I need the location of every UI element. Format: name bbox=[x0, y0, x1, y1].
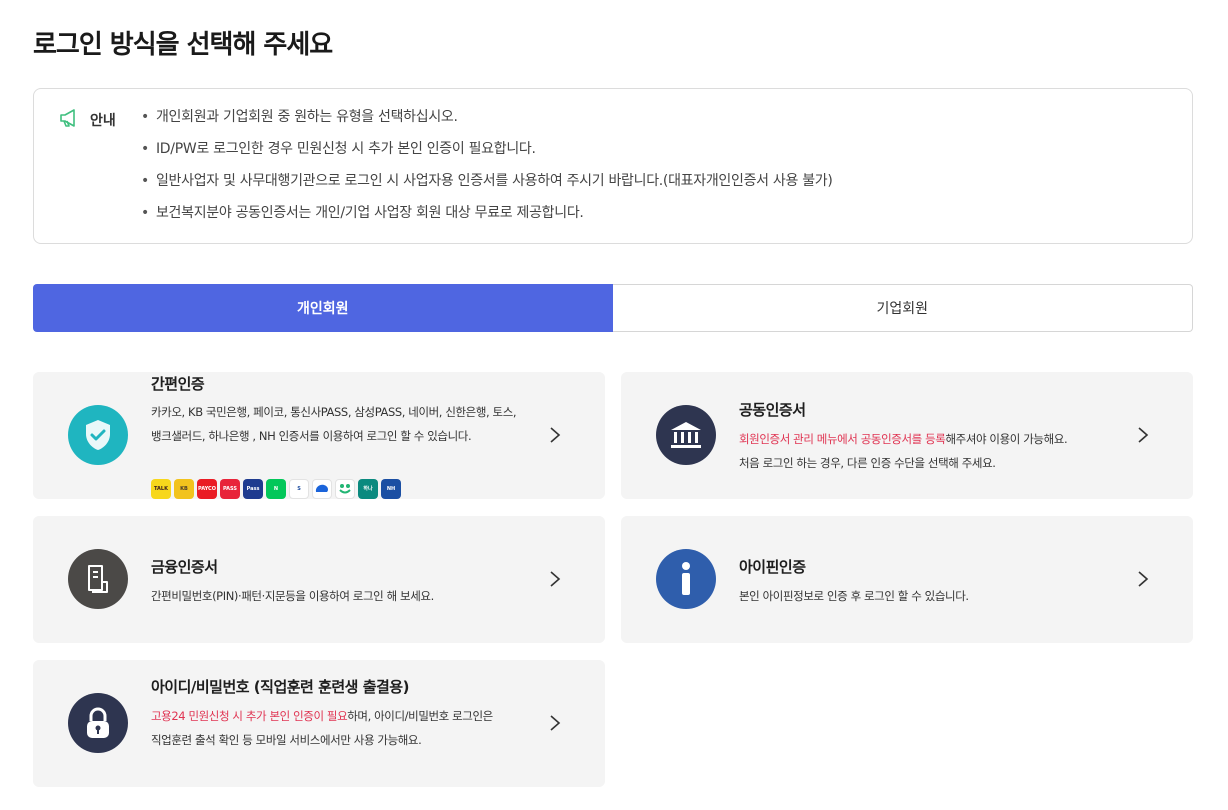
finance-cert-desc: 간편비밀번호(PIN)·패턴·지문등을 이용하여 로그인 해 보세요. bbox=[151, 589, 434, 603]
chevron-right-icon bbox=[550, 571, 561, 587]
nh-icon: NH bbox=[381, 479, 401, 499]
shinhan-icon: S bbox=[289, 479, 309, 499]
finance-cert-card[interactable]: 금융인증서 간편비밀번호(PIN)·패턴·지문등을 이용하여 로그인 해 보세요… bbox=[33, 516, 605, 643]
notice-item: 개인회원과 기업회원 중 원하는 유형을 선택하십시오. bbox=[141, 106, 833, 138]
naver-icon: N bbox=[266, 479, 286, 499]
notice-list: 개인회원과 기업회원 중 원하는 유형을 선택하십시오. ID/PW로 로그인한… bbox=[141, 106, 833, 234]
id-password-desc-line2: 직업훈련 출석 확인 등 모바일 서비스에서만 사용 가능해요. bbox=[151, 733, 422, 747]
brand-icon-row: TALK KB PAYCO PASS Pass N S 하나 NH bbox=[151, 479, 401, 499]
joint-cert-title: 공동인증서 bbox=[739, 401, 806, 419]
hana-icon: 하나 bbox=[358, 479, 378, 499]
simple-auth-desc: 카카오, KB 국민은행, 페이코, 통신사PASS, 삼성PASS, 네이버,… bbox=[151, 405, 517, 443]
simple-auth-title: 간편인증 bbox=[151, 375, 205, 393]
toss-icon bbox=[312, 479, 332, 499]
ipin-desc: 본인 아이핀정보로 인증 후 로그인 할 수 있습니다. bbox=[739, 589, 969, 603]
kakao-icon: TALK bbox=[151, 479, 171, 499]
lock-icon bbox=[68, 693, 128, 753]
chevron-right-icon bbox=[550, 427, 561, 443]
chevron-right-icon bbox=[1138, 571, 1149, 587]
joint-cert-warning: 회원인증서 관리 메뉴에서 공동인증서를 등록 bbox=[739, 432, 946, 446]
simple-auth-card[interactable]: 간편인증 카카오, KB 국민은행, 페이코, 통신사PASS, 삼성PASS,… bbox=[33, 372, 605, 499]
joint-cert-desc-line2: 처음 로그인 하는 경우, 다른 인증 수단을 선택해 주세요. bbox=[739, 456, 996, 470]
kb-icon: KB bbox=[174, 479, 194, 499]
ipin-title: 아이핀인증 bbox=[739, 558, 806, 576]
info-icon bbox=[656, 549, 716, 609]
bank-icon bbox=[656, 405, 716, 465]
chevron-right-icon bbox=[550, 715, 561, 731]
page-title: 로그인 방식을 선택해 주세요 bbox=[33, 30, 333, 60]
joint-cert-card[interactable]: 공동인증서 회원인증서 관리 메뉴에서 공동인증서를 등록해주셔야 이용이 가능… bbox=[621, 372, 1193, 499]
notice-item: ID/PW로 로그인한 경우 민원신청 시 추가 본인 인증이 필요합니다. bbox=[141, 138, 833, 170]
notice-box: 안내 개인회원과 기업회원 중 원하는 유형을 선택하십시오. ID/PW로 로… bbox=[33, 88, 1193, 244]
samsung-pass-icon: Pass bbox=[243, 479, 263, 499]
megaphone-icon bbox=[59, 108, 81, 132]
document-icon bbox=[68, 549, 128, 609]
banksalad-icon bbox=[335, 479, 355, 499]
id-password-desc-rest: 하며, 아이디/비밀번호 로그인은 bbox=[347, 709, 493, 723]
shield-check-icon bbox=[68, 405, 128, 465]
pass-icon: PASS bbox=[220, 479, 240, 499]
finance-cert-title: 금융인증서 bbox=[151, 558, 218, 576]
joint-cert-desc: 회원인증서 관리 메뉴에서 공동인증서를 등록해주셔야 이용이 가능해요. 처음… bbox=[739, 427, 1119, 475]
id-password-desc: 고용24 민원신청 시 추가 본인 인증이 필요하며, 아이디/비밀번호 로그인… bbox=[151, 704, 519, 752]
tab-business[interactable]: 기업회원 bbox=[612, 284, 1193, 332]
notice-label: 안내 bbox=[90, 113, 116, 129]
ipin-card[interactable]: 아이핀인증 본인 아이핀정보로 인증 후 로그인 할 수 있습니다. bbox=[621, 516, 1193, 643]
payco-icon: PAYCO bbox=[197, 479, 217, 499]
notice-item: 일반사업자 및 사무대행기관으로 로그인 시 사업자용 인증서를 사용하여 주시… bbox=[141, 170, 833, 202]
notice-item: 보건복지분야 공동인증서는 개인/기업 사업장 회원 대상 무료로 제공합니다. bbox=[141, 202, 833, 234]
id-password-card[interactable]: 아이디/비밀번호 (직업훈련 훈련생 출결용) 고용24 민원신청 시 추가 본… bbox=[33, 660, 605, 787]
id-password-warning: 고용24 민원신청 시 추가 본인 인증이 필요 bbox=[151, 709, 348, 723]
id-password-title: 아이디/비밀번호 (직업훈련 훈련생 출결용) bbox=[151, 678, 409, 696]
tab-personal[interactable]: 개인회원 bbox=[33, 284, 613, 332]
joint-cert-desc-rest: 해주셔야 이용이 가능해요. bbox=[945, 432, 1068, 446]
member-type-tabs: 개인회원 기업회원 bbox=[33, 284, 1193, 332]
chevron-right-icon bbox=[1138, 427, 1149, 443]
notice-header: 안내 bbox=[59, 108, 116, 132]
